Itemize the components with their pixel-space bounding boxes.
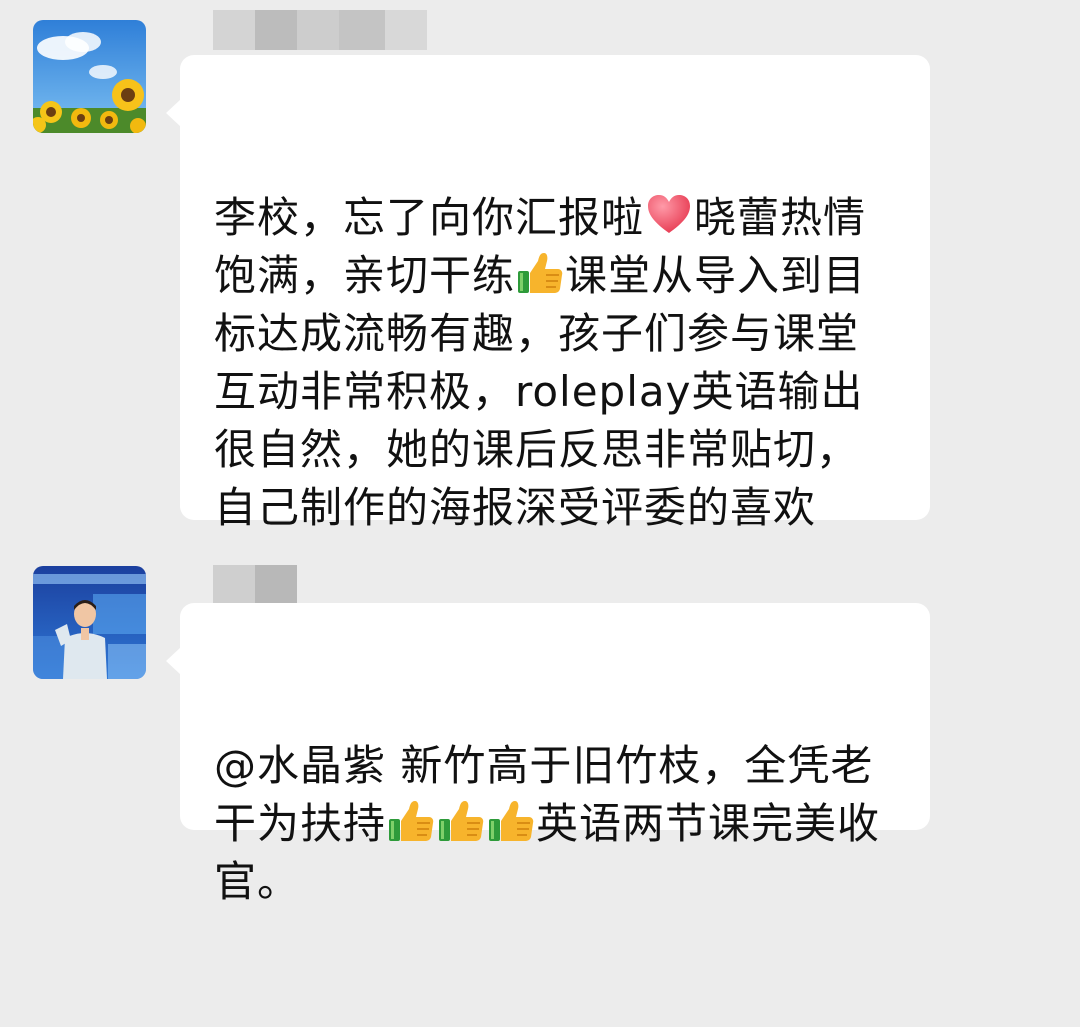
message-bubble-2[interactable]: @水晶紫 新竹高于旧竹枝，全凭老干为扶持 英语两节课完美收官。 xyxy=(166,603,930,906)
message-bubble-1[interactable]: 李校，忘了向你汇报啦 晓蕾热情饱满，亲切干练 课堂从导入到目标达成流畅有趣，孩子们参… xyxy=(166,55,930,532)
speaker-avatar[interactable] xyxy=(33,566,146,679)
heart-icon xyxy=(645,191,693,239)
message-text-1: 李校，忘了向你汇报啦 晓蕾热情饱满，亲切干练 课堂从导入到目标达成流畅有趣，孩子们参… xyxy=(214,189,900,537)
thumbs-up-icon xyxy=(387,797,435,845)
thumbs-up-icon xyxy=(516,249,564,297)
message-text-segment: 李校，忘了向你汇报啦 xyxy=(214,193,645,242)
sunflower-avatar[interactable] xyxy=(33,20,146,133)
thumbs-up-icon xyxy=(437,797,485,845)
message-text-2: @水晶紫 新竹高于旧竹枝，全凭老干为扶持 英语两节课完美收官。 xyxy=(214,737,900,911)
sender-name-mask xyxy=(213,565,297,605)
sender-name-mask xyxy=(213,10,427,50)
thumbs-up-icon xyxy=(487,797,535,845)
